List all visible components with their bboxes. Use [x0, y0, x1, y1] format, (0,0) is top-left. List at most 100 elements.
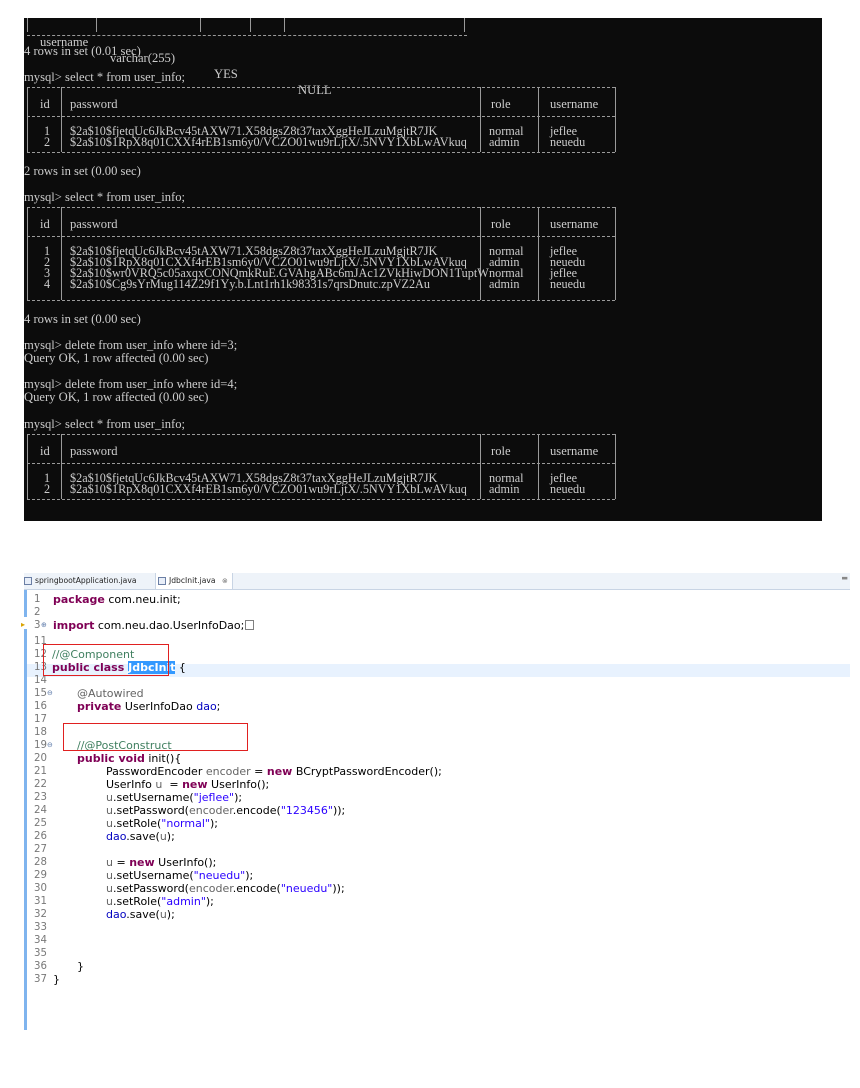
- code-line-1[interactable]: package com.neu.init;: [53, 593, 181, 606]
- line-number: 17: [34, 714, 47, 725]
- fold-icon[interactable]: ⊖: [47, 741, 53, 749]
- table-cell: 2: [44, 135, 51, 149]
- column-header-role: role: [491, 444, 511, 458]
- string: "jeflee": [193, 791, 235, 804]
- code-text: ));: [332, 882, 345, 895]
- tab-label: springbootApplication.java: [35, 576, 137, 585]
- border: [284, 18, 285, 32]
- table-border: [27, 207, 615, 208]
- keyword: new: [266, 765, 293, 778]
- tab-jdbcinit[interactable]: JdbcInit.java ⊗: [155, 573, 233, 589]
- variable: u: [106, 869, 113, 882]
- column-header-username: username: [550, 217, 599, 231]
- code-text: .encode(: [232, 882, 281, 895]
- code-text: );: [234, 791, 243, 804]
- border: [96, 18, 97, 32]
- border: [27, 434, 28, 499]
- field: dao: [106, 908, 127, 921]
- line-number: 26: [34, 831, 47, 842]
- line-number: 25: [34, 818, 47, 829]
- table-border: [27, 116, 615, 117]
- fold-icon[interactable]: ⊕: [41, 621, 47, 629]
- status-line: 2 rows in set (0.00 sec): [24, 164, 141, 178]
- table-border: [27, 463, 615, 464]
- keyword: new: [182, 778, 208, 791]
- java-file-icon: [24, 577, 32, 585]
- code-line-29[interactable]: u.setPassword(encoder.encode("neuedu"));: [106, 882, 345, 895]
- code-text: .save(: [126, 830, 160, 843]
- column-header-id: id: [40, 217, 50, 231]
- line-number: 33: [34, 922, 47, 933]
- code-line-25[interactable]: dao.save(u);: [106, 830, 175, 843]
- mysql-terminal[interactable]: username varchar(255) YES NULL 4 rows in…: [24, 18, 822, 521]
- fold-icon[interactable]: ⊖: [47, 689, 53, 697]
- code-line-31[interactable]: dao.save(u);: [106, 908, 175, 921]
- code-line-15[interactable]: @Autowired: [77, 687, 144, 700]
- field: dao: [196, 700, 217, 713]
- code-line-36[interactable]: }: [53, 973, 60, 986]
- line-number: 1: [34, 594, 41, 605]
- code-line-35[interactable]: }: [77, 960, 84, 973]
- variable: encoder: [188, 882, 233, 895]
- keyword: private: [77, 700, 122, 713]
- code-line-19[interactable]: public void init(){: [77, 752, 181, 765]
- string: "admin": [161, 895, 206, 908]
- code-line-16[interactable]: private UserInfoDao dao;: [77, 700, 220, 713]
- table-cell: $2a$10$Cg9sYrMug114Z29f1Yy.b.Lnt1rh1k983…: [70, 277, 430, 291]
- code-text: );: [166, 830, 175, 843]
- string: "neuedu": [280, 882, 333, 895]
- code-text: init(){: [144, 752, 182, 765]
- warning-icon[interactable]: ▸: [21, 620, 25, 629]
- border: [480, 87, 481, 152]
- code-text: ;: [216, 700, 221, 713]
- code-line-24[interactable]: u.setRole("normal");: [106, 817, 218, 830]
- code-line-23[interactable]: u.setPassword(encoder.encode("123456"));: [106, 804, 345, 817]
- code-text: }: [77, 960, 84, 973]
- code-line-3[interactable]: import com.neu.dao.UserInfoDao;: [53, 619, 255, 632]
- cell: YES: [214, 67, 238, 81]
- line-number: 22: [34, 779, 47, 790]
- variable: u: [106, 791, 113, 804]
- code-text: );: [166, 908, 175, 921]
- column-header-role: role: [491, 217, 511, 231]
- code-line-21[interactable]: UserInfo u = new UserInfo();: [106, 778, 269, 791]
- table-cell: $2a$10$1RpX8q01CXXf4rEB1sm6y0/VCZO01wu9r…: [70, 482, 467, 496]
- status-line: 4 rows in set (0.00 sec): [24, 312, 141, 326]
- border: [538, 434, 539, 499]
- code-text: {: [175, 661, 186, 674]
- code-text: ));: [332, 804, 346, 817]
- border: [200, 18, 201, 32]
- collapsed-imports-icon[interactable]: [245, 620, 255, 630]
- code-text: .setPassword(: [112, 882, 189, 895]
- code-text: );: [209, 817, 218, 830]
- border: [615, 434, 616, 499]
- code-line-28[interactable]: u.setUsername("neuedu");: [106, 869, 253, 882]
- line-number: 35: [34, 948, 47, 959]
- column-header-password: password: [70, 217, 118, 231]
- border: [61, 207, 62, 300]
- code-text: .setUsername(: [112, 869, 194, 882]
- code-text: .encode(: [232, 804, 281, 817]
- code-line-27[interactable]: u = new UserInfo();: [106, 856, 216, 869]
- code-line-30[interactable]: u.setRole("admin");: [106, 895, 214, 908]
- border: [480, 207, 481, 300]
- border: [615, 207, 616, 300]
- line-number: 2: [34, 607, 41, 618]
- tab-springboot-application[interactable]: springbootApplication.java: [24, 573, 137, 589]
- table-cell: 2: [44, 482, 51, 496]
- table-border: [27, 499, 615, 500]
- code-text: .setPassword(: [112, 804, 189, 817]
- code-line-20[interactable]: PasswordEncoder encoder = new BCryptPass…: [106, 765, 442, 778]
- code-text: =: [250, 765, 267, 778]
- change-ruler: [24, 590, 27, 1030]
- code-text: UserInfo: [106, 778, 156, 791]
- column-header-id: id: [40, 444, 50, 458]
- code-line-22[interactable]: u.setUsername("jeflee");: [106, 791, 242, 804]
- table-cell: admin: [489, 277, 520, 291]
- code-editor[interactable]: springbootApplication.java JdbcInit.java…: [21, 573, 850, 1073]
- close-icon[interactable]: ⊗: [222, 577, 228, 585]
- minimize-icon[interactable]: ▬: [841, 574, 848, 582]
- status-line: Query OK, 1 row affected (0.00 sec): [24, 390, 209, 404]
- variable: u: [106, 804, 113, 817]
- code-text: UserInfo();: [154, 856, 217, 869]
